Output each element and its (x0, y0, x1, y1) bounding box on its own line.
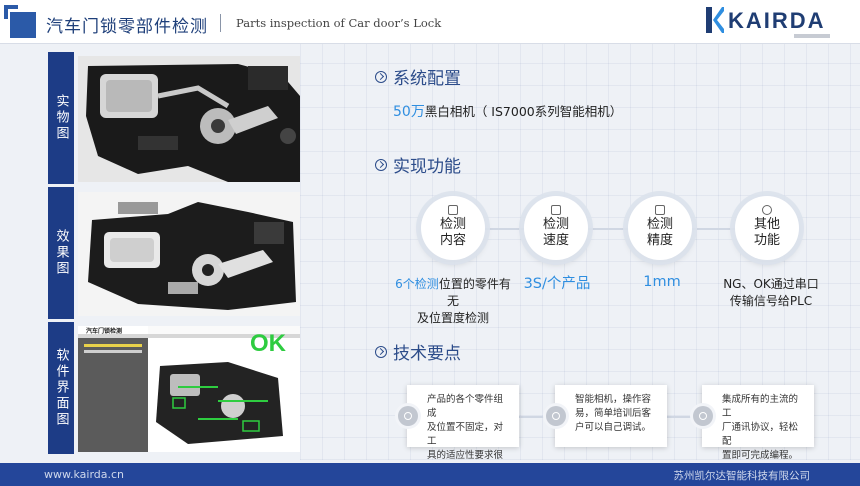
gear-icon (546, 406, 566, 426)
footer-company: 苏州凯尔达智能科技有限公司 (673, 470, 811, 482)
logo-underline (794, 34, 830, 38)
door-lock-photo (78, 56, 300, 182)
tech-card-text: 智能相机，操作容 (575, 394, 652, 405)
feature-name: 速度 (542, 233, 569, 248)
footer-website[interactable]: www.kairda.cn (44, 468, 124, 481)
door-lock-effect (78, 192, 300, 316)
feature-speed-desc: 3S/个产品 (523, 276, 591, 292)
feature-name: 内容 (439, 233, 466, 248)
document-icon (448, 205, 458, 215)
ok-result: OK (250, 330, 286, 357)
config-title: 系统配置 (375, 64, 461, 89)
logo-text: KAIRDA (728, 8, 826, 33)
feature-name: 检测 (439, 217, 466, 232)
feature-content-text: 及位置度检测 (416, 311, 489, 325)
arrow-circle-icon (375, 345, 387, 358)
tech-card-text: 产品的各个零件组成 (427, 394, 504, 419)
page-subtitle: Parts inspection of Car door’s Lock (236, 16, 442, 30)
feature-content-circle: 检测 内容 (421, 196, 485, 260)
tech-card-text: 集成所有的主流的工 (722, 394, 799, 419)
feature-precision-desc: 1mm (643, 274, 681, 290)
feature-content-desc: 6个检测位置的零件有无 及位置度检测 (392, 276, 514, 327)
tech-card-text: 易，简单培训后客 (575, 408, 652, 419)
feature-precision-circle: 检测 精度 (628, 196, 692, 260)
feature-speed-circle: 检测 速度 (524, 196, 588, 260)
feature-name: 精度 (646, 233, 673, 248)
page-title: 汽车门锁零部件检测 (46, 17, 208, 37)
real-object-photo (78, 56, 300, 182)
label-real-photo: 实物图 (48, 52, 74, 184)
shield-icon (762, 205, 772, 215)
tech-card-adaptability: 产品的各个零件组成 及位置不固定，对工 具的适应性要求很高 (407, 385, 519, 475)
logo-k-icon (706, 7, 724, 33)
screen-title: 汽车门锁检测 (86, 328, 123, 335)
tech-card-ease: 智能相机，操作容 易，简单培训后客 户可以自己调试。 (555, 385, 667, 447)
kairda-logo: KAIRDA (706, 7, 838, 33)
feature-content-highlight: 6个检测 (395, 277, 439, 291)
effect-image (78, 192, 300, 316)
tech-card-text: 户可以自己调试。 (575, 422, 652, 433)
tech-card-text: 及位置不固定，对工 (427, 422, 504, 447)
footer-bar: www.kairda.cn 苏州凯尔达智能科技有限公司 (0, 463, 860, 486)
feature-content-text: 位置的零件有无 (438, 277, 511, 308)
tech-card-text: 置即可完成编程。 (722, 450, 799, 461)
slide: 汽车门锁零部件检测 Parts inspection of Car door’s… (0, 0, 860, 486)
features-title: 实现功能 (375, 152, 461, 177)
tech-card-text: 厂通讯协议，轻松配 (722, 422, 799, 447)
arrow-circle-icon (375, 70, 387, 83)
tech-title: 技术要点 (375, 339, 461, 364)
tech-title-text: 技术要点 (393, 344, 461, 364)
wrench-icon (693, 406, 713, 426)
feature-name: 检测 (542, 217, 569, 232)
feature-other-desc: NG、OK通过串口 传输信号给PLC (716, 276, 826, 310)
label-effect-image: 效果图 (48, 187, 74, 319)
corner-block (10, 12, 36, 38)
ruler-icon (655, 205, 665, 215)
tech-card-protocol: 集成所有的主流的工 厂通讯协议，轻松配 置即可完成编程。 (702, 385, 814, 461)
title-divider (220, 14, 221, 32)
feature-name: 检测 (646, 217, 673, 232)
header-bar: 汽车门锁零部件检测 Parts inspection of Car door’s… (0, 0, 860, 44)
camera-config: 50万黑白相机（ IS7000系列智能相机） (393, 101, 622, 121)
camera-desc: 黑白相机（ IS7000系列智能相机） (424, 104, 623, 119)
features-title-text: 实现功能 (393, 157, 461, 177)
features-connector (462, 228, 782, 230)
config-title-text: 系统配置 (393, 69, 461, 89)
rocket-icon (551, 205, 561, 215)
camera-resolution: 50万 (393, 104, 425, 120)
arrow-circle-icon (375, 158, 387, 171)
label-software-ui: 软件界面图 (48, 322, 74, 454)
feature-other-text: 传输信号给PLC (729, 294, 813, 308)
feature-other-text: NG、OK通过串口 (723, 277, 819, 291)
search-icon (398, 406, 418, 426)
software-screenshot: 汽车门锁检测 OK (78, 326, 300, 452)
feature-name: 功能 (753, 233, 780, 248)
feature-name: 其他 (753, 217, 780, 232)
feature-other-circle: 其他 功能 (735, 196, 799, 260)
